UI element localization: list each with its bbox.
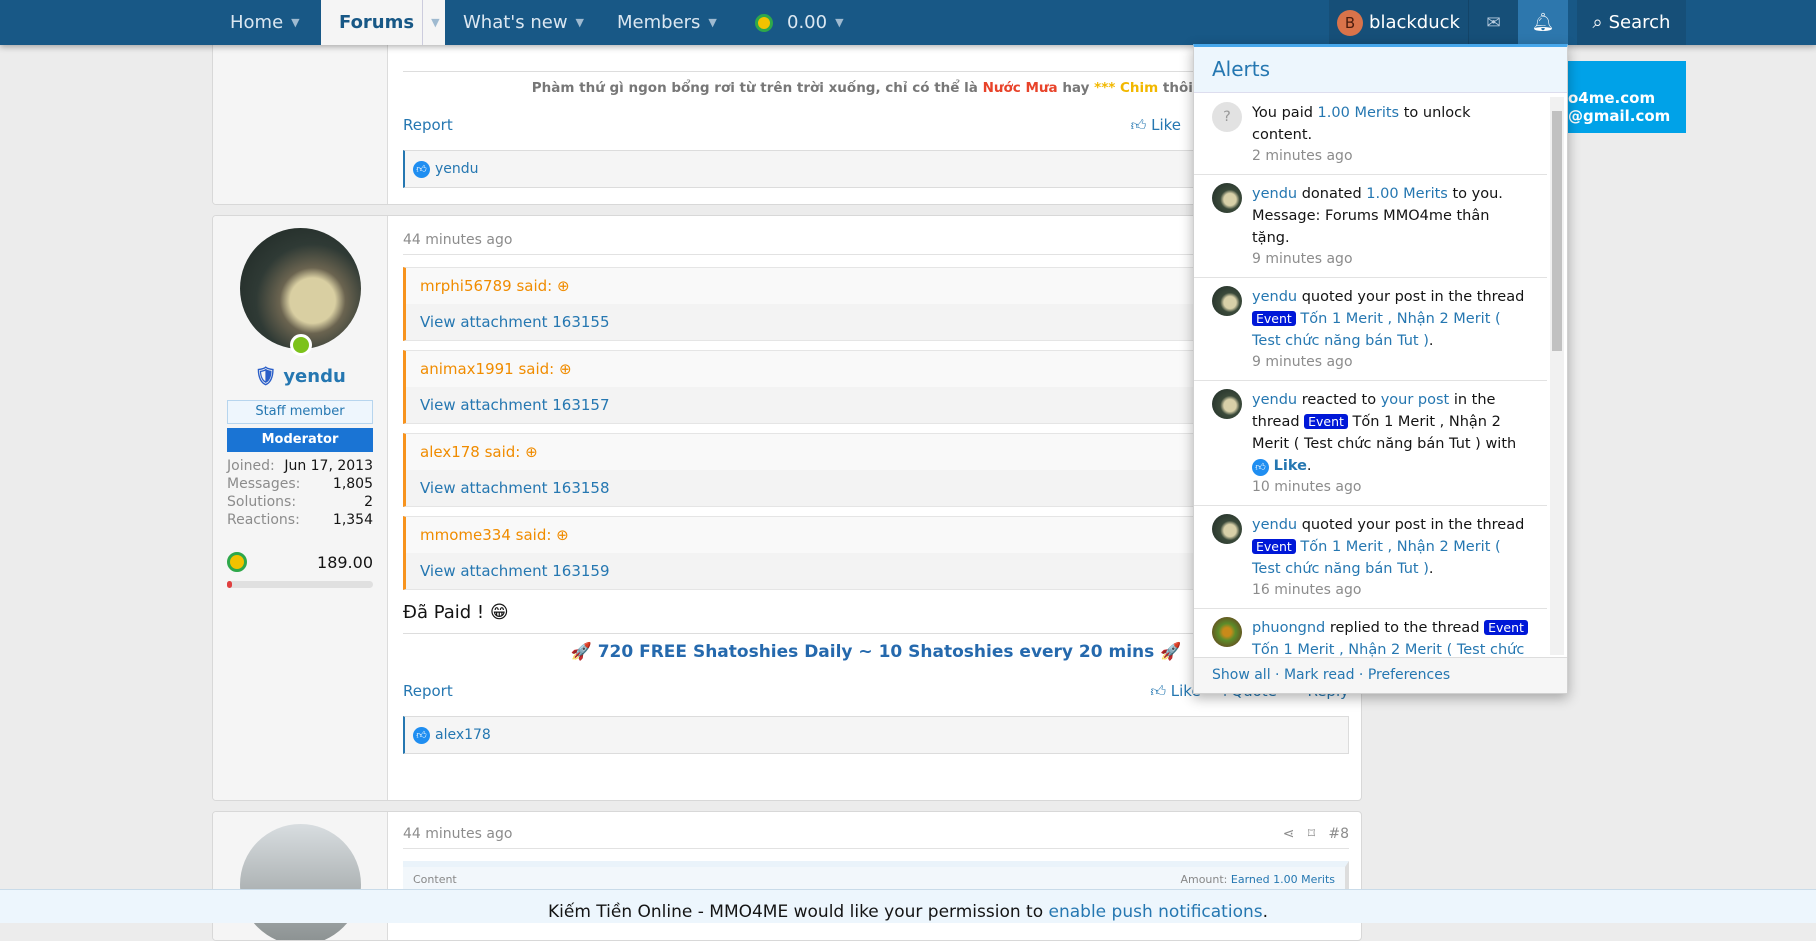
nav-members[interactable]: Members ▼ [617, 0, 717, 45]
nav-home[interactable]: Home ▼ [230, 0, 300, 45]
alert-item[interactable]: yendu reacted to your post in the thread… [1194, 381, 1547, 506]
search-icon: ⌕ [1592, 12, 1603, 33]
role-badge: Moderator [227, 428, 373, 452]
grin-emoji-icon: 😁 [489, 602, 509, 623]
merit-medal-icon [227, 552, 247, 572]
avatar [1212, 617, 1242, 647]
chevron-down-icon[interactable]: ▼ [291, 0, 299, 45]
username[interactable]: 🛡︎ yendu [213, 366, 387, 387]
alerts-title: Alerts [1194, 47, 1567, 93]
attachment-link[interactable]: View attachment 163159 [420, 562, 610, 580]
avatar [1212, 389, 1242, 419]
alert-item[interactable]: phuongnd replied to the thread Event Tốn… [1194, 609, 1547, 657]
event-badge: Event [1252, 311, 1296, 326]
alerts-list: ? You paid 1.00 Merits to unlock content.… [1194, 94, 1547, 657]
avatar [1212, 286, 1242, 316]
chevron-down-icon[interactable]: ▼ [422, 0, 440, 45]
avatar [1212, 514, 1242, 544]
jump-up-icon: ⊕ [525, 443, 538, 461]
like-button[interactable]: 👍︎ Like [1131, 116, 1181, 135]
post-number[interactable]: #8 [1328, 826, 1349, 842]
mark-read-link[interactable]: Mark read [1284, 667, 1355, 683]
user-stat: Messages: 1,805 [227, 476, 373, 492]
avatar[interactable] [240, 228, 361, 349]
alerts-footer: Show all · Mark read · Preferences [1194, 657, 1567, 693]
jump-up-icon: ⊕ [559, 360, 572, 378]
report-link[interactable]: Report [403, 116, 453, 135]
unknown-avatar-icon: ? [1212, 102, 1242, 132]
online-status-icon [290, 334, 312, 356]
enable-push-link[interactable]: enable push notifications [1049, 902, 1263, 922]
like-icon: 👍︎ [413, 726, 430, 744]
user-cell: 🛡︎ yendu Staff member Moderator Joined: J… [213, 216, 388, 800]
account-button[interactable]: Bblackduck [1329, 0, 1468, 45]
bell-icon: 🔔︎ [1531, 12, 1555, 33]
preferences-link[interactable]: Preferences [1368, 667, 1450, 683]
event-badge: Event [1252, 539, 1296, 554]
alert-item[interactable]: ? You paid 1.00 Merits to unlock content.… [1194, 94, 1547, 175]
nav-whats-new[interactable]: What's new ▼ [463, 0, 584, 45]
nav-forums[interactable]: Forums ▼ [321, 0, 445, 45]
user-stat: Solutions: 2 [227, 494, 373, 510]
push-notification-bar: Kiếm Tiền Online - MMO4ME would like you… [0, 889, 1816, 923]
avatar[interactable] [240, 824, 361, 940]
jump-up-icon: ⊕ [556, 526, 569, 544]
reactions-bar: 👍︎ alex178 [403, 716, 1349, 754]
like-icon: 👍︎ [1252, 459, 1269, 476]
user-stat: Joined: Jun 17, 2013 [227, 458, 373, 474]
sidebar-banner[interactable]: o4me.com @gmail.com [1568, 61, 1686, 133]
alerts-popup: Alerts ? You paid 1.00 Merits to unlock c… [1193, 44, 1568, 694]
mail-icon: ✉ [1486, 12, 1501, 33]
moderator-shield-icon: 🛡︎ [254, 366, 278, 387]
chevron-down-icon[interactable]: ▼ [576, 0, 584, 45]
show-all-link[interactable]: Show all [1212, 667, 1271, 683]
user-stats: Joined: Jun 17, 2013 Messages: 1,805 Solutio… [227, 456, 373, 530]
report-link[interactable]: Report [403, 682, 453, 701]
nav-merits[interactable]: 0.00 ▼ [755, 0, 844, 45]
post-time[interactable]: 44 minutes ago [403, 826, 512, 842]
jump-up-icon: ⊕ [557, 277, 570, 295]
user-stat: Reactions: 1,354 [227, 512, 373, 528]
attachment-link[interactable]: View attachment 163155 [420, 313, 610, 331]
avatar [1212, 183, 1242, 213]
search-button[interactable]: ⌕ Search [1577, 0, 1686, 45]
attachment-link[interactable]: View attachment 163158 [420, 479, 610, 497]
inbox-button[interactable]: ✉ [1468, 0, 1518, 45]
staff-badge: Staff member [227, 400, 373, 424]
alerts-button[interactable]: 🔔︎ [1518, 0, 1568, 45]
event-badge: Event [1484, 620, 1528, 635]
alert-item[interactable]: yendu quoted your post in the thread Eve… [1194, 278, 1547, 381]
scrollbar-thumb[interactable] [1552, 111, 1562, 351]
scrollbar[interactable] [1550, 97, 1564, 655]
bookmark-icon[interactable]: ⌑ [1308, 826, 1315, 842]
top-nav: Home ▼ Forums ▼ What's new ▼ Members ▼ 0.00 ▼… [0, 0, 1816, 45]
event-badge: Event [1304, 414, 1348, 429]
attachment-link[interactable]: View attachment 163157 [420, 396, 610, 414]
chevron-down-icon[interactable]: ▼ [708, 0, 716, 45]
merit-medal-icon [755, 13, 773, 32]
avatar: B [1337, 9, 1364, 36]
chevron-down-icon[interactable]: ▼ [835, 0, 843, 45]
merit-progress-bar [227, 581, 373, 588]
like-icon: 👍︎ [413, 160, 430, 178]
post: 🛡︎ yendu Staff member Moderator Joined: J… [212, 215, 1362, 801]
share-icon[interactable]: ⋖ [1283, 826, 1295, 842]
alert-item[interactable]: yendu quoted your post in the thread Eve… [1194, 506, 1547, 609]
alert-item[interactable]: yendu donated 1.00 Merits to you. Messag… [1194, 175, 1547, 278]
